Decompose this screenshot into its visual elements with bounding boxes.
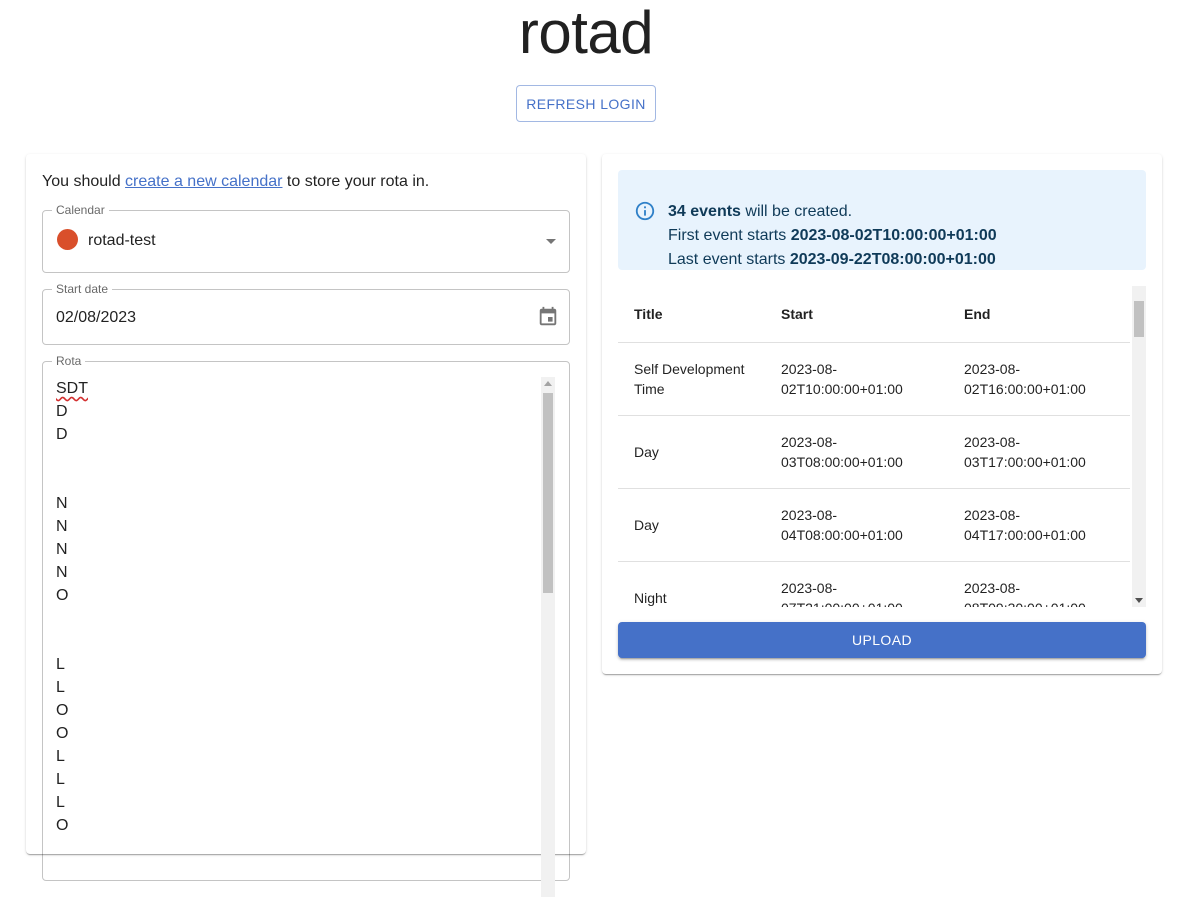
calendar-label: Calendar: [52, 203, 109, 217]
table-row: Day 2023-08-03T08:00:00+01:00 2023-08-03…: [618, 415, 1130, 489]
hint-prefix: You should: [42, 173, 126, 190]
rota-scroll-thumb[interactable]: [543, 393, 553, 593]
cell-start: 2023-08-07T21:00:00+01:00: [765, 561, 948, 607]
cell-title: Day: [618, 415, 765, 489]
table-scroll-thumb[interactable]: [1134, 301, 1144, 337]
cell-start: 2023-08-03T08:00:00+01:00: [765, 415, 948, 489]
cell-title: Day: [618, 488, 765, 562]
header-title: Title: [618, 286, 765, 343]
cell-title: Self Development Time: [618, 342, 765, 416]
scroll-up-arrow-icon[interactable]: [544, 381, 552, 386]
rota-text[interactable]: SDT D D N N N N O L L O O L L L O: [56, 377, 88, 837]
calendar-icon[interactable]: [537, 306, 559, 328]
info-count-line: 34 events will be created.: [668, 200, 997, 224]
events-table-container[interactable]: Title Start End Self Development Time 20…: [618, 286, 1146, 607]
cell-start: 2023-08-04T08:00:00+01:00: [765, 488, 948, 562]
start-date-field[interactable]: Start date 02/08/2023: [42, 282, 570, 345]
event-count: 34 events: [668, 203, 741, 220]
table-row: Day 2023-08-04T08:00:00+01:00 2023-08-04…: [618, 488, 1130, 562]
rota-label: Rota: [52, 354, 86, 368]
rota-textarea[interactable]: Rota SDT D D N N N N O L L O O L L L O: [42, 354, 570, 897]
info-icon: [635, 201, 655, 221]
table-row: Self Development Time 2023-08-02T10:00:0…: [618, 342, 1130, 416]
hint-suffix: to store your rota in.: [282, 173, 430, 190]
table-row: Night 2023-08-07T21:00:00+01:00 2023-08-…: [618, 561, 1130, 607]
cell-end: 2023-08-02T16:00:00+01:00: [948, 342, 1130, 416]
event-count-suffix: will be created.: [740, 203, 853, 220]
events-table: Title Start End Self Development Time 20…: [618, 286, 1130, 607]
app-title: rotad: [518, 0, 654, 66]
calendar-color-dot: [57, 229, 78, 250]
rota-rest-lines: D D N N N N O L L O O L L L O: [56, 403, 69, 834]
header-start: Start: [765, 286, 948, 343]
header-end: End: [948, 286, 1130, 343]
create-calendar-hint: You should create a new calendar to stor…: [42, 172, 429, 192]
info-last-line: Last event starts 2023-09-22T08:00:00+01…: [668, 248, 997, 272]
cell-end: 2023-08-08T09:30:00+01:00: [948, 561, 1130, 607]
last-event-prefix: Last event starts: [668, 251, 790, 268]
info-text: 34 events will be created. First event s…: [668, 200, 997, 272]
info-alert: 34 events will be created. First event s…: [618, 170, 1146, 270]
cell-end: 2023-08-03T17:00:00+01:00: [948, 415, 1130, 489]
rota-first-line: SDT: [56, 380, 88, 397]
scroll-down-arrow-icon[interactable]: [1135, 598, 1143, 603]
calendar-value: rotad-test: [88, 232, 156, 249]
refresh-login-button[interactable]: REFRESH LOGIN: [516, 85, 656, 122]
table-header-row: Title Start End: [618, 286, 1130, 343]
info-first-line: First event starts 2023-08-02T10:00:00+0…: [668, 224, 997, 248]
table-scrollbar[interactable]: [1132, 286, 1146, 607]
upload-button[interactable]: UPLOAD: [618, 622, 1146, 658]
start-date-value[interactable]: 02/08/2023: [56, 308, 136, 328]
rota-input-card: You should create a new calendar to stor…: [26, 154, 586, 897]
dropdown-arrow-icon[interactable]: [546, 239, 556, 244]
calendar-select[interactable]: Calendar rotad-test: [42, 203, 570, 273]
cell-title: Night: [618, 561, 765, 607]
first-event-value: 2023-08-02T10:00:00+01:00: [790, 227, 997, 244]
create-calendar-link[interactable]: create a new calendar: [125, 173, 282, 190]
last-event-value: 2023-09-22T08:00:00+01:00: [789, 251, 996, 268]
cell-end: 2023-08-04T17:00:00+01:00: [948, 488, 1130, 562]
preview-card: 34 events will be created. First event s…: [602, 154, 1162, 674]
first-event-prefix: First event starts: [668, 227, 791, 244]
cell-start: 2023-08-02T10:00:00+01:00: [765, 342, 948, 416]
start-date-label: Start date: [52, 282, 113, 296]
rota-scrollbar[interactable]: [541, 377, 555, 897]
